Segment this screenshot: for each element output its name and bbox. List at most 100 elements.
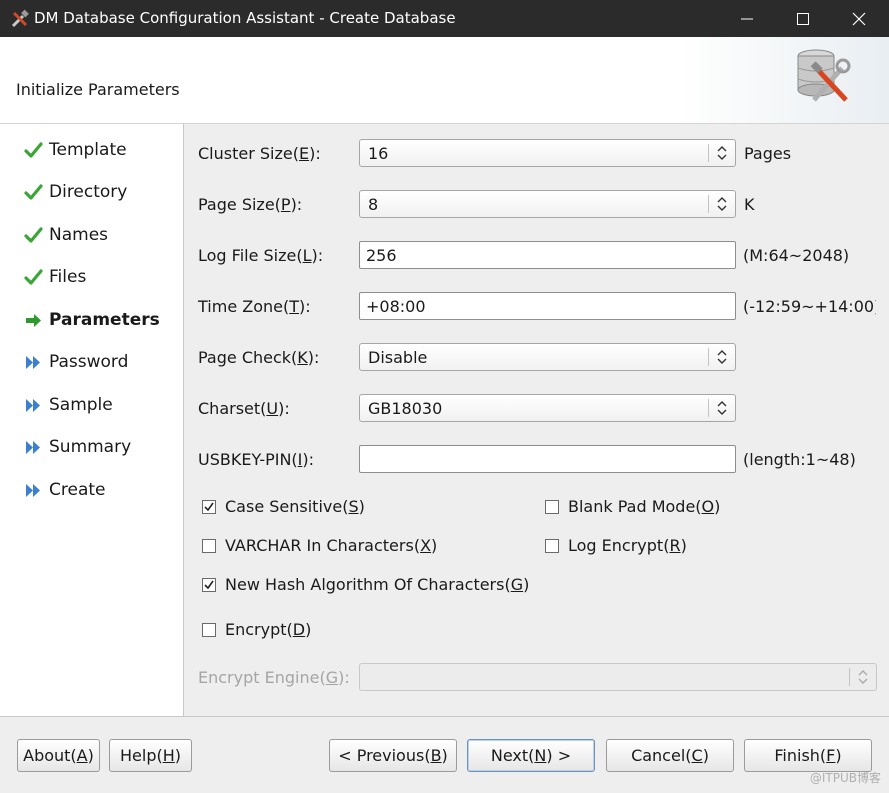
finish-button[interactable]: Finish(F) xyxy=(744,739,872,772)
log-file-size-value: 256 xyxy=(366,246,397,265)
checkbox-box xyxy=(202,538,216,553)
step-label: Parameters xyxy=(49,310,160,330)
help-button[interactable]: Help(H) xyxy=(109,739,192,772)
usbkey-pin-length: (length:1~48) xyxy=(743,450,856,469)
charset-value: GB18030 xyxy=(368,399,443,418)
step-label: Sample xyxy=(49,395,113,415)
parameters-panel: Cluster Size(E): 16 Pages Page Size(P): … xyxy=(184,124,889,716)
checkbox-box xyxy=(202,499,216,514)
step-label: Password xyxy=(49,352,129,372)
header-banner xyxy=(679,37,889,123)
blank-pad-mode-label: Blank Pad Mode(O) xyxy=(568,497,721,516)
step-label: Directory xyxy=(49,182,128,202)
log-file-size-range: (M:64~2048) xyxy=(743,246,850,265)
step-label: Names xyxy=(49,225,109,245)
step-label: Files xyxy=(49,267,87,287)
check-icon xyxy=(204,580,214,589)
wizard-footer: About(A) Help(H) < Previous(B) Next(N) >… xyxy=(0,716,889,793)
updown-chevron-icon xyxy=(708,144,735,162)
checkmark-icon xyxy=(24,183,43,200)
minimize-button[interactable] xyxy=(719,0,775,37)
step-template: Template xyxy=(24,138,127,162)
updown-chevron-icon xyxy=(849,668,876,686)
time-zone-range-clip: (-12:59~+14:00) xyxy=(743,297,876,319)
wizard-header: Initialize Parameters xyxy=(0,37,889,124)
checkbox-box xyxy=(202,577,216,592)
encrypt-checkbox[interactable]: Encrypt(D) xyxy=(202,620,311,639)
step-summary: Summary xyxy=(24,435,131,459)
blank-pad-mode-checkbox[interactable]: Blank Pad Mode(O) xyxy=(545,497,720,516)
previous-button[interactable]: < Previous(B) xyxy=(329,739,457,772)
page-check-label: Page Check(K): xyxy=(198,348,320,367)
encrypt-label: Encrypt(D) xyxy=(225,620,312,639)
database-config-icon xyxy=(797,49,851,102)
cluster-size-label: Cluster Size(E): xyxy=(198,144,321,163)
watermark: @ITPUB博客 xyxy=(809,771,881,785)
next-button[interactable]: Next(N) > xyxy=(467,739,595,772)
page-size-value: 8 xyxy=(368,195,379,214)
page-size-unit: K xyxy=(744,195,755,214)
app-tools-icon xyxy=(11,9,29,28)
time-zone-input[interactable]: +08:00 xyxy=(359,292,736,320)
maximize-button[interactable] xyxy=(775,0,831,37)
maximize-icon xyxy=(797,12,809,25)
step-directory: Directory xyxy=(24,180,127,204)
close-icon xyxy=(852,12,866,25)
case-sensitive-label: Case Sensitive(S) xyxy=(225,497,365,516)
step-files: Files xyxy=(24,265,86,289)
about-button[interactable]: About(A) xyxy=(17,739,100,772)
usbkey-pin-label: USBKEY-PIN(I): xyxy=(198,450,315,469)
new-hash-algorithm-label: New Hash Algorithm Of Characters(G) xyxy=(225,575,530,594)
fast-forward-icon xyxy=(26,440,40,454)
cluster-size-select[interactable]: 16 xyxy=(359,139,736,167)
close-button[interactable] xyxy=(831,0,887,37)
step-sample: Sample xyxy=(24,393,113,417)
page-check-select[interactable]: Disable xyxy=(359,343,736,371)
checkbox-box xyxy=(545,499,559,514)
page-size-select[interactable]: 8 xyxy=(359,190,736,218)
time-zone-value: +08:00 xyxy=(366,297,426,316)
checkmark-icon xyxy=(24,268,43,285)
fast-forward-icon xyxy=(26,398,40,412)
page-size-label: Page Size(P): xyxy=(198,195,303,214)
usbkey-pin-input[interactable] xyxy=(359,445,736,473)
varchar-in-characters-label: VARCHAR In Characters(X) xyxy=(225,536,438,555)
title-bar: DM Database Configuration Assistant - Cr… xyxy=(0,0,889,37)
log-file-size-input[interactable]: 256 xyxy=(359,241,736,269)
cancel-button[interactable]: Cancel(C) xyxy=(606,739,734,772)
step-parameters: Parameters xyxy=(24,308,160,332)
case-sensitive-checkbox[interactable]: Case Sensitive(S) xyxy=(202,497,365,516)
fast-forward-icon xyxy=(26,483,40,497)
encrypt-engine-select xyxy=(359,663,877,691)
fast-forward-icon xyxy=(26,355,40,369)
checkmark-icon xyxy=(24,226,43,243)
time-zone-range: (-12:59~+14:00) xyxy=(743,297,876,316)
updown-chevron-icon xyxy=(708,348,735,366)
window-title: DM Database Configuration Assistant - Cr… xyxy=(34,9,456,27)
checkbox-box xyxy=(545,538,559,553)
step-password: Password xyxy=(24,350,128,374)
minimize-icon xyxy=(741,18,753,19)
charset-select[interactable]: GB18030 xyxy=(359,394,736,422)
cluster-size-value: 16 xyxy=(368,144,389,163)
updown-chevron-icon xyxy=(708,399,735,417)
wizard-steps-sidebar: Template Directory Names Files Parameter… xyxy=(0,124,184,716)
varchar-in-characters-checkbox[interactable]: VARCHAR In Characters(X) xyxy=(202,536,437,555)
checkmark-icon xyxy=(24,141,43,158)
charset-label: Charset(U): xyxy=(198,399,290,418)
page-check-value: Disable xyxy=(368,348,428,367)
cluster-size-unit: Pages xyxy=(744,144,792,163)
encrypt-engine-label: Encrypt Engine(G): xyxy=(198,668,350,687)
check-icon xyxy=(204,502,214,511)
new-hash-algorithm-checkbox[interactable]: New Hash Algorithm Of Characters(G) xyxy=(202,575,529,594)
page-title: Initialize Parameters xyxy=(16,80,180,99)
step-create: Create xyxy=(24,478,106,502)
time-zone-label: Time Zone(T): xyxy=(198,297,311,316)
log-encrypt-label: Log Encrypt(R) xyxy=(568,536,687,555)
step-label: Summary xyxy=(49,437,132,457)
step-names: Names xyxy=(24,223,108,247)
log-file-size-label: Log File Size(L): xyxy=(198,246,324,265)
step-label: Create xyxy=(49,480,106,500)
log-encrypt-checkbox[interactable]: Log Encrypt(R) xyxy=(545,536,687,555)
updown-chevron-icon xyxy=(708,195,735,213)
